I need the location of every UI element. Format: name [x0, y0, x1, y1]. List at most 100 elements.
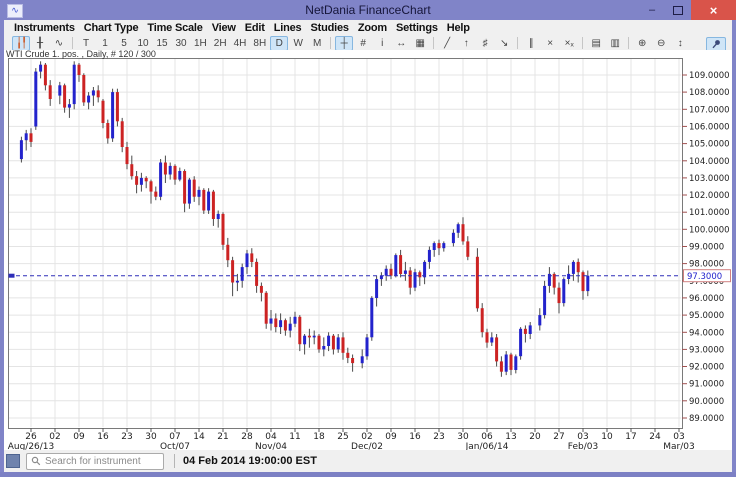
- svg-text:Dec/02: Dec/02: [351, 442, 383, 450]
- minimize-button[interactable]: –: [639, 0, 665, 20]
- maximize-button[interactable]: [665, 0, 691, 20]
- svg-text:09: 09: [73, 432, 85, 442]
- timescale-weekly-button[interactable]: W: [289, 36, 307, 51]
- maximize-icon: [673, 6, 683, 15]
- candlestick-chart[interactable]: 26Aug/26/13020916233007Oct/0714212804Nov…: [4, 50, 732, 450]
- svg-text:03: 03: [577, 432, 588, 442]
- print-preview-button[interactable]: ▥: [606, 36, 624, 51]
- connection-status-icon: [6, 454, 20, 468]
- svg-text:21: 21: [217, 432, 228, 442]
- menu-bar: Instruments Chart Type Time Scale View Edit L…: [4, 20, 732, 36]
- svg-text:03: 03: [673, 432, 684, 442]
- search-input[interactable]: Search for instrument: [26, 453, 164, 470]
- toolbar-separator: [517, 37, 518, 49]
- svg-text:105.0000: 105.0000: [689, 140, 730, 150]
- svg-text:92.0000: 92.0000: [689, 363, 724, 373]
- ray-tool-button[interactable]: ↘: [495, 36, 513, 51]
- svg-text:30: 30: [457, 432, 469, 442]
- zoom-out-button[interactable]: ⊖: [652, 36, 670, 51]
- svg-text:10: 10: [601, 432, 613, 442]
- toolbar-separator: [72, 37, 73, 49]
- timescale-monthly-button[interactable]: M: [308, 36, 326, 51]
- window-controls: – ×: [639, 0, 736, 20]
- grid-button[interactable]: #: [354, 36, 372, 51]
- svg-text:108.0000: 108.0000: [689, 88, 730, 98]
- delete-all-lines-button[interactable]: ×ₓ: [560, 36, 578, 51]
- svg-text:95.0000: 95.0000: [689, 311, 724, 321]
- svg-text:93.0000: 93.0000: [689, 345, 724, 355]
- parallel-lines-button[interactable]: ∥: [522, 36, 540, 51]
- svg-text:109.0000: 109.0000: [689, 71, 730, 81]
- menu-view[interactable]: View: [212, 22, 236, 34]
- menu-help[interactable]: Help: [447, 22, 470, 34]
- channel-tool-button[interactable]: ♯: [476, 36, 494, 51]
- svg-text:04: 04: [265, 432, 277, 442]
- svg-text:02: 02: [361, 432, 372, 442]
- svg-text:17: 17: [625, 432, 636, 442]
- title-bar: ∿ NetDania FinanceChart – ×: [0, 0, 736, 20]
- plot-area: [9, 59, 683, 429]
- svg-text:101.0000: 101.0000: [689, 208, 730, 218]
- pan-button[interactable]: ↔: [392, 36, 410, 51]
- svg-text:28: 28: [241, 432, 253, 442]
- svg-text:91.0000: 91.0000: [689, 380, 724, 390]
- svg-text:98.0000: 98.0000: [689, 260, 724, 270]
- close-button[interactable]: ×: [691, 0, 736, 20]
- crosshair-button[interactable]: ┼: [335, 36, 353, 51]
- svg-text:23: 23: [121, 432, 132, 442]
- trend-line-button[interactable]: ╱: [438, 36, 456, 51]
- svg-text:104.0000: 104.0000: [689, 157, 730, 167]
- timescale-30-button[interactable]: 30: [172, 36, 190, 51]
- menu-studies[interactable]: Studies: [310, 22, 348, 34]
- svg-text:Oct/07: Oct/07: [160, 442, 190, 450]
- timescale-1h-button[interactable]: 1H: [191, 36, 210, 51]
- svg-text:Mar/03: Mar/03: [663, 442, 694, 450]
- window-title: NetDania FinanceChart: [0, 3, 736, 17]
- svg-text:11: 11: [289, 432, 300, 442]
- svg-text:14: 14: [193, 432, 205, 442]
- arrow-tool-button[interactable]: ↑: [457, 36, 475, 51]
- svg-text:18: 18: [313, 432, 325, 442]
- svg-text:02: 02: [49, 432, 60, 442]
- svg-text:107.0000: 107.0000: [689, 105, 730, 115]
- timescale-8h-button[interactable]: 8H: [250, 36, 269, 51]
- menu-lines[interactable]: Lines: [274, 22, 302, 34]
- svg-text:07: 07: [169, 432, 180, 442]
- svg-text:25: 25: [337, 432, 348, 442]
- svg-text:89.0000: 89.0000: [689, 414, 724, 424]
- menu-time-scale[interactable]: Time Scale: [147, 22, 202, 34]
- svg-text:Feb/03: Feb/03: [568, 442, 598, 450]
- menu-settings[interactable]: Settings: [396, 22, 438, 34]
- zoom-in-button[interactable]: ⊕: [633, 36, 651, 51]
- svg-text:24: 24: [649, 432, 661, 442]
- svg-text:94.0000: 94.0000: [689, 328, 724, 338]
- timescale-4h-button[interactable]: 4H: [231, 36, 250, 51]
- svg-text:Aug/26/13: Aug/26/13: [8, 442, 55, 450]
- toolbar-separator: [628, 37, 629, 49]
- svg-text:26: 26: [25, 432, 37, 442]
- print-button[interactable]: ▤: [587, 36, 605, 51]
- menu-chart-type[interactable]: Chart Type: [84, 22, 139, 34]
- search-icon: [31, 456, 41, 466]
- svg-text:Nov/04: Nov/04: [255, 442, 287, 450]
- svg-text:Jan/06/14: Jan/06/14: [465, 442, 509, 450]
- svg-text:23: 23: [433, 432, 444, 442]
- menu-instruments[interactable]: Instruments: [14, 22, 75, 34]
- info-button[interactable]: i: [373, 36, 391, 51]
- timescale-daily-button[interactable]: D: [270, 36, 288, 51]
- svg-text:06: 06: [481, 432, 493, 442]
- svg-text:09: 09: [385, 432, 397, 442]
- delete-line-button[interactable]: ×: [541, 36, 559, 51]
- svg-text:30: 30: [145, 432, 157, 442]
- window-border-right: [732, 20, 736, 477]
- fit-vertical-button[interactable]: ↕: [671, 36, 689, 51]
- snapshot-button[interactable]: ▦: [411, 36, 429, 51]
- window-border-bottom: [0, 472, 736, 477]
- svg-text:97.3000: 97.3000: [687, 272, 722, 282]
- menu-edit[interactable]: Edit: [245, 22, 265, 34]
- status-bar: Search for instrument 04 Feb 2014 19:00:…: [4, 450, 732, 472]
- timescale-2h-button[interactable]: 2H: [211, 36, 230, 51]
- toolbar: ╽╿╂∿T151015301H2H4H8HDWM┼#i↔▦╱↑♯↘∥××ₓ▤▥⊕…: [4, 36, 732, 50]
- menu-zoom[interactable]: Zoom: [358, 22, 387, 34]
- svg-text:16: 16: [409, 432, 421, 442]
